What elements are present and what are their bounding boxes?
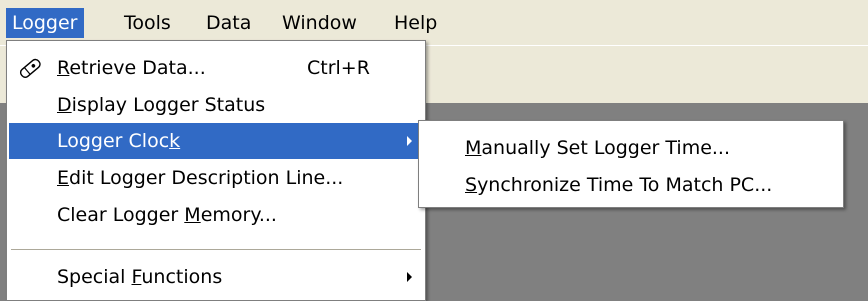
- menu-data[interactable]: Data: [200, 8, 257, 38]
- menu-item-label: Edit Logger Description Line...: [57, 167, 344, 189]
- menu-item-label: Logger Clock: [57, 130, 181, 152]
- menu-item-label: Synchronize Time To Match PC...: [465, 174, 773, 196]
- menu-item-logger-clock[interactable]: Logger Clock: [9, 123, 423, 159]
- logger-clock-submenu: Manually Set Logger Time... Synchronize …: [418, 120, 844, 208]
- menu-item-retrieve-data[interactable]: Retrieve Data... Ctrl+R: [9, 50, 423, 86]
- menu-window[interactable]: Window: [276, 8, 363, 38]
- menu-item-label: Special Functions: [57, 266, 223, 288]
- shortcut-retrieve-data: Ctrl+R: [307, 57, 370, 79]
- submenu-arrow-icon: [407, 136, 412, 146]
- menu-item-special-functions[interactable]: Special Functions: [9, 259, 423, 295]
- menu-item-synchronize-time[interactable]: Synchronize Time To Match PC...: [421, 167, 841, 203]
- menu-item-clear-logger-memory[interactable]: Clear Logger Memory...: [9, 197, 423, 233]
- retrieve-data-icon: [19, 58, 41, 78]
- submenu-arrow-icon: [407, 272, 412, 282]
- menu-help[interactable]: Help: [388, 8, 443, 38]
- logger-menu: Retrieve Data... Ctrl+R Display Logger S…: [6, 40, 426, 301]
- menu-item-label: Retrieve Data...: [57, 57, 206, 79]
- menu-separator: [11, 249, 421, 250]
- menu-tools[interactable]: Tools: [118, 8, 177, 38]
- menu-bar: Logger Tools Data Window Help: [0, 0, 868, 45]
- menu-logger[interactable]: Logger: [6, 8, 84, 38]
- menu-item-label: Clear Logger Memory...: [57, 204, 277, 226]
- menu-item-label: Manually Set Logger Time...: [465, 137, 731, 159]
- menu-item-display-logger-status[interactable]: Display Logger Status: [9, 87, 423, 123]
- menu-item-edit-logger-description[interactable]: Edit Logger Description Line...: [9, 160, 423, 196]
- menu-item-manually-set-logger-time[interactable]: Manually Set Logger Time...: [421, 130, 841, 166]
- menu-item-label: Display Logger Status: [57, 94, 266, 116]
